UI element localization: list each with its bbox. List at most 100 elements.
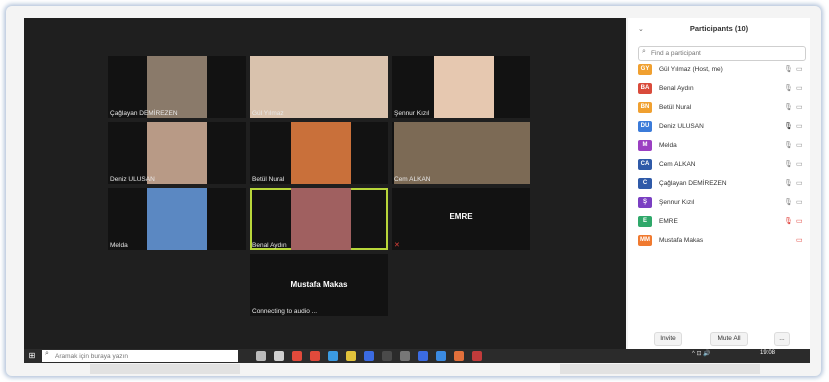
app-icon[interactable]: [472, 351, 482, 361]
app-icon[interactable]: [310, 351, 320, 361]
participant-row[interactable]: MM Mustafa Makas ▭: [638, 233, 808, 249]
windows-start-icon[interactable]: ⊞: [26, 349, 38, 363]
avatar: E: [638, 216, 652, 227]
microphone-icon[interactable]: 🎙: [784, 122, 793, 130]
camera-icon[interactable]: ▭: [796, 122, 803, 130]
camera-icon[interactable]: ▭: [796, 160, 803, 168]
mic-muted-icon[interactable]: 🎙: [784, 217, 793, 225]
video-tile-melda[interactable]: Melda: [108, 188, 246, 250]
participant-search-input[interactable]: [651, 48, 801, 58]
tile-big-name: EMRE: [449, 212, 473, 221]
tile-name: Cem ALKAN: [394, 176, 431, 183]
avatar: BA: [638, 83, 652, 94]
window-edge: [560, 364, 760, 374]
connecting-status: Connecting to audio ...: [252, 308, 318, 315]
participant-name: Şennur Kızıl: [659, 199, 695, 206]
chrome-icon[interactable]: [292, 351, 302, 361]
camera-off-icon[interactable]: ▭: [796, 217, 803, 225]
microphone-icon[interactable]: 🎙: [784, 103, 793, 111]
taskbar-search-input[interactable]: [55, 351, 235, 361]
avatar: BN: [638, 102, 652, 113]
participant-video: [291, 122, 351, 184]
taskbar-search[interactable]: ⌕: [42, 350, 238, 362]
camera-icon[interactable]: ▭: [796, 65, 803, 73]
file-explorer-icon[interactable]: [346, 351, 356, 361]
participant-video: [250, 56, 388, 118]
more-button[interactable]: ...: [774, 332, 790, 346]
participant-video: [394, 122, 530, 184]
camera-icon[interactable]: ▭: [796, 198, 803, 206]
camera-icon[interactable]: ▭: [796, 141, 803, 149]
participant-name: Melda: [659, 142, 677, 149]
participant-name: Cem ALKAN: [659, 161, 696, 168]
microphone-icon[interactable]: 🎙: [784, 198, 793, 206]
microphone-icon[interactable]: 🎙: [784, 84, 793, 92]
microphone-icon[interactable]: 🎙: [784, 65, 793, 73]
taskbar-clock[interactable]: 19:08: [760, 350, 775, 356]
window-edge: [90, 364, 240, 374]
participant-video: [291, 188, 351, 250]
participant-name: Mustafa Makas: [659, 237, 704, 244]
avatar: M: [638, 140, 652, 151]
video-gallery: Çağlayan DEMİREZEN Gül Yılmaz Şennur Kız…: [24, 18, 626, 351]
camera-off-icon[interactable]: ▭: [796, 236, 803, 244]
participant-row[interactable]: DU Deniz ULUSAN 🎙 ▭: [638, 119, 808, 135]
tile-name: Benal Aydın: [252, 242, 287, 249]
video-tile-mustafa[interactable]: Mustafa Makas Connecting to audio ...: [250, 254, 388, 316]
video-tile-emre[interactable]: EMRE ✕: [392, 188, 530, 250]
participant-row[interactable]: M Melda 🎙 ▭: [638, 138, 808, 154]
participant-name: Deniz ULUSAN: [659, 123, 704, 130]
tile-name: Deniz ULUSAN: [110, 176, 155, 183]
mic-muted-icon: ✕: [394, 242, 400, 249]
microphone-icon[interactable]: 🎙: [784, 179, 793, 187]
avatar: C: [638, 178, 652, 189]
store-icon[interactable]: [382, 351, 392, 361]
participant-row[interactable]: Ş Şennur Kızıl 🎙 ▭: [638, 195, 808, 211]
participant-row[interactable]: E EMRE 🎙 ▭: [638, 214, 808, 230]
participant-name: Betül Nural: [659, 104, 692, 111]
task-view-icon[interactable]: [256, 351, 266, 361]
participant-row[interactable]: C Çağlayan DEMİREZEN 🎙 ▭: [638, 176, 808, 192]
participant-row[interactable]: GY Gül Yılmaz (Host, me) 🎙 ▭: [638, 62, 808, 78]
participant-video: [434, 56, 494, 118]
video-tile-benal-active-speaker[interactable]: Benal Aydın: [250, 188, 388, 250]
video-tile-cem[interactable]: Cem ALKAN: [392, 122, 530, 184]
microphone-icon[interactable]: 🎙: [784, 141, 793, 149]
invite-button[interactable]: Invite: [654, 332, 682, 346]
video-tile-deniz[interactable]: Deniz ULUSAN: [108, 122, 246, 184]
participant-row[interactable]: BA Benal Aydın 🎙 ▭: [638, 81, 808, 97]
avatar: DU: [638, 121, 652, 132]
tile-name: Şennur Kızıl: [394, 110, 430, 117]
windows-taskbar: ⊞ ⌕ ^ ⊡ 🔊 19:08: [24, 349, 810, 363]
tile-name: Çağlayan DEMİREZEN: [110, 110, 178, 117]
app-icon[interactable]: [274, 351, 284, 361]
app-icon[interactable]: [454, 351, 464, 361]
mute-all-button[interactable]: Mute All: [710, 332, 748, 346]
video-tile-gul[interactable]: Gül Yılmaz: [250, 56, 388, 118]
word-icon[interactable]: [418, 351, 428, 361]
avatar: MM: [638, 235, 652, 246]
avatar: Ş: [638, 197, 652, 208]
participant-row[interactable]: CA Cem ALKAN 🎙 ▭: [638, 157, 808, 173]
tile-name: Melda: [110, 242, 128, 249]
participant-search[interactable]: ⌕: [638, 46, 806, 61]
participants-header: ⌄ Participants (10): [628, 24, 810, 38]
edge-icon[interactable]: [328, 351, 338, 361]
camera-icon[interactable]: ▭: [796, 103, 803, 111]
tile-big-name: Mustafa Makas: [290, 280, 348, 289]
participant-row[interactable]: BN Betül Nural 🎙 ▭: [638, 100, 808, 116]
mail-icon[interactable]: [364, 351, 374, 361]
zoom-icon[interactable]: [436, 351, 446, 361]
participant-name: Gül Yılmaz (Host, me): [659, 66, 723, 73]
tile-name: Gül Yılmaz: [252, 110, 284, 117]
system-tray[interactable]: ^ ⊡ 🔊: [692, 350, 711, 357]
microphone-icon[interactable]: 🎙: [784, 160, 793, 168]
video-tile-betul[interactable]: Betül Nural: [250, 122, 388, 184]
app-icon[interactable]: [400, 351, 410, 361]
participant-name: Çağlayan DEMİREZEN: [659, 180, 727, 187]
camera-icon[interactable]: ▭: [796, 179, 803, 187]
participant-video: [147, 56, 207, 118]
video-tile-caglayan[interactable]: Çağlayan DEMİREZEN: [108, 56, 246, 118]
video-tile-sennur[interactable]: Şennur Kızıl: [392, 56, 530, 118]
camera-icon[interactable]: ▭: [796, 84, 803, 92]
